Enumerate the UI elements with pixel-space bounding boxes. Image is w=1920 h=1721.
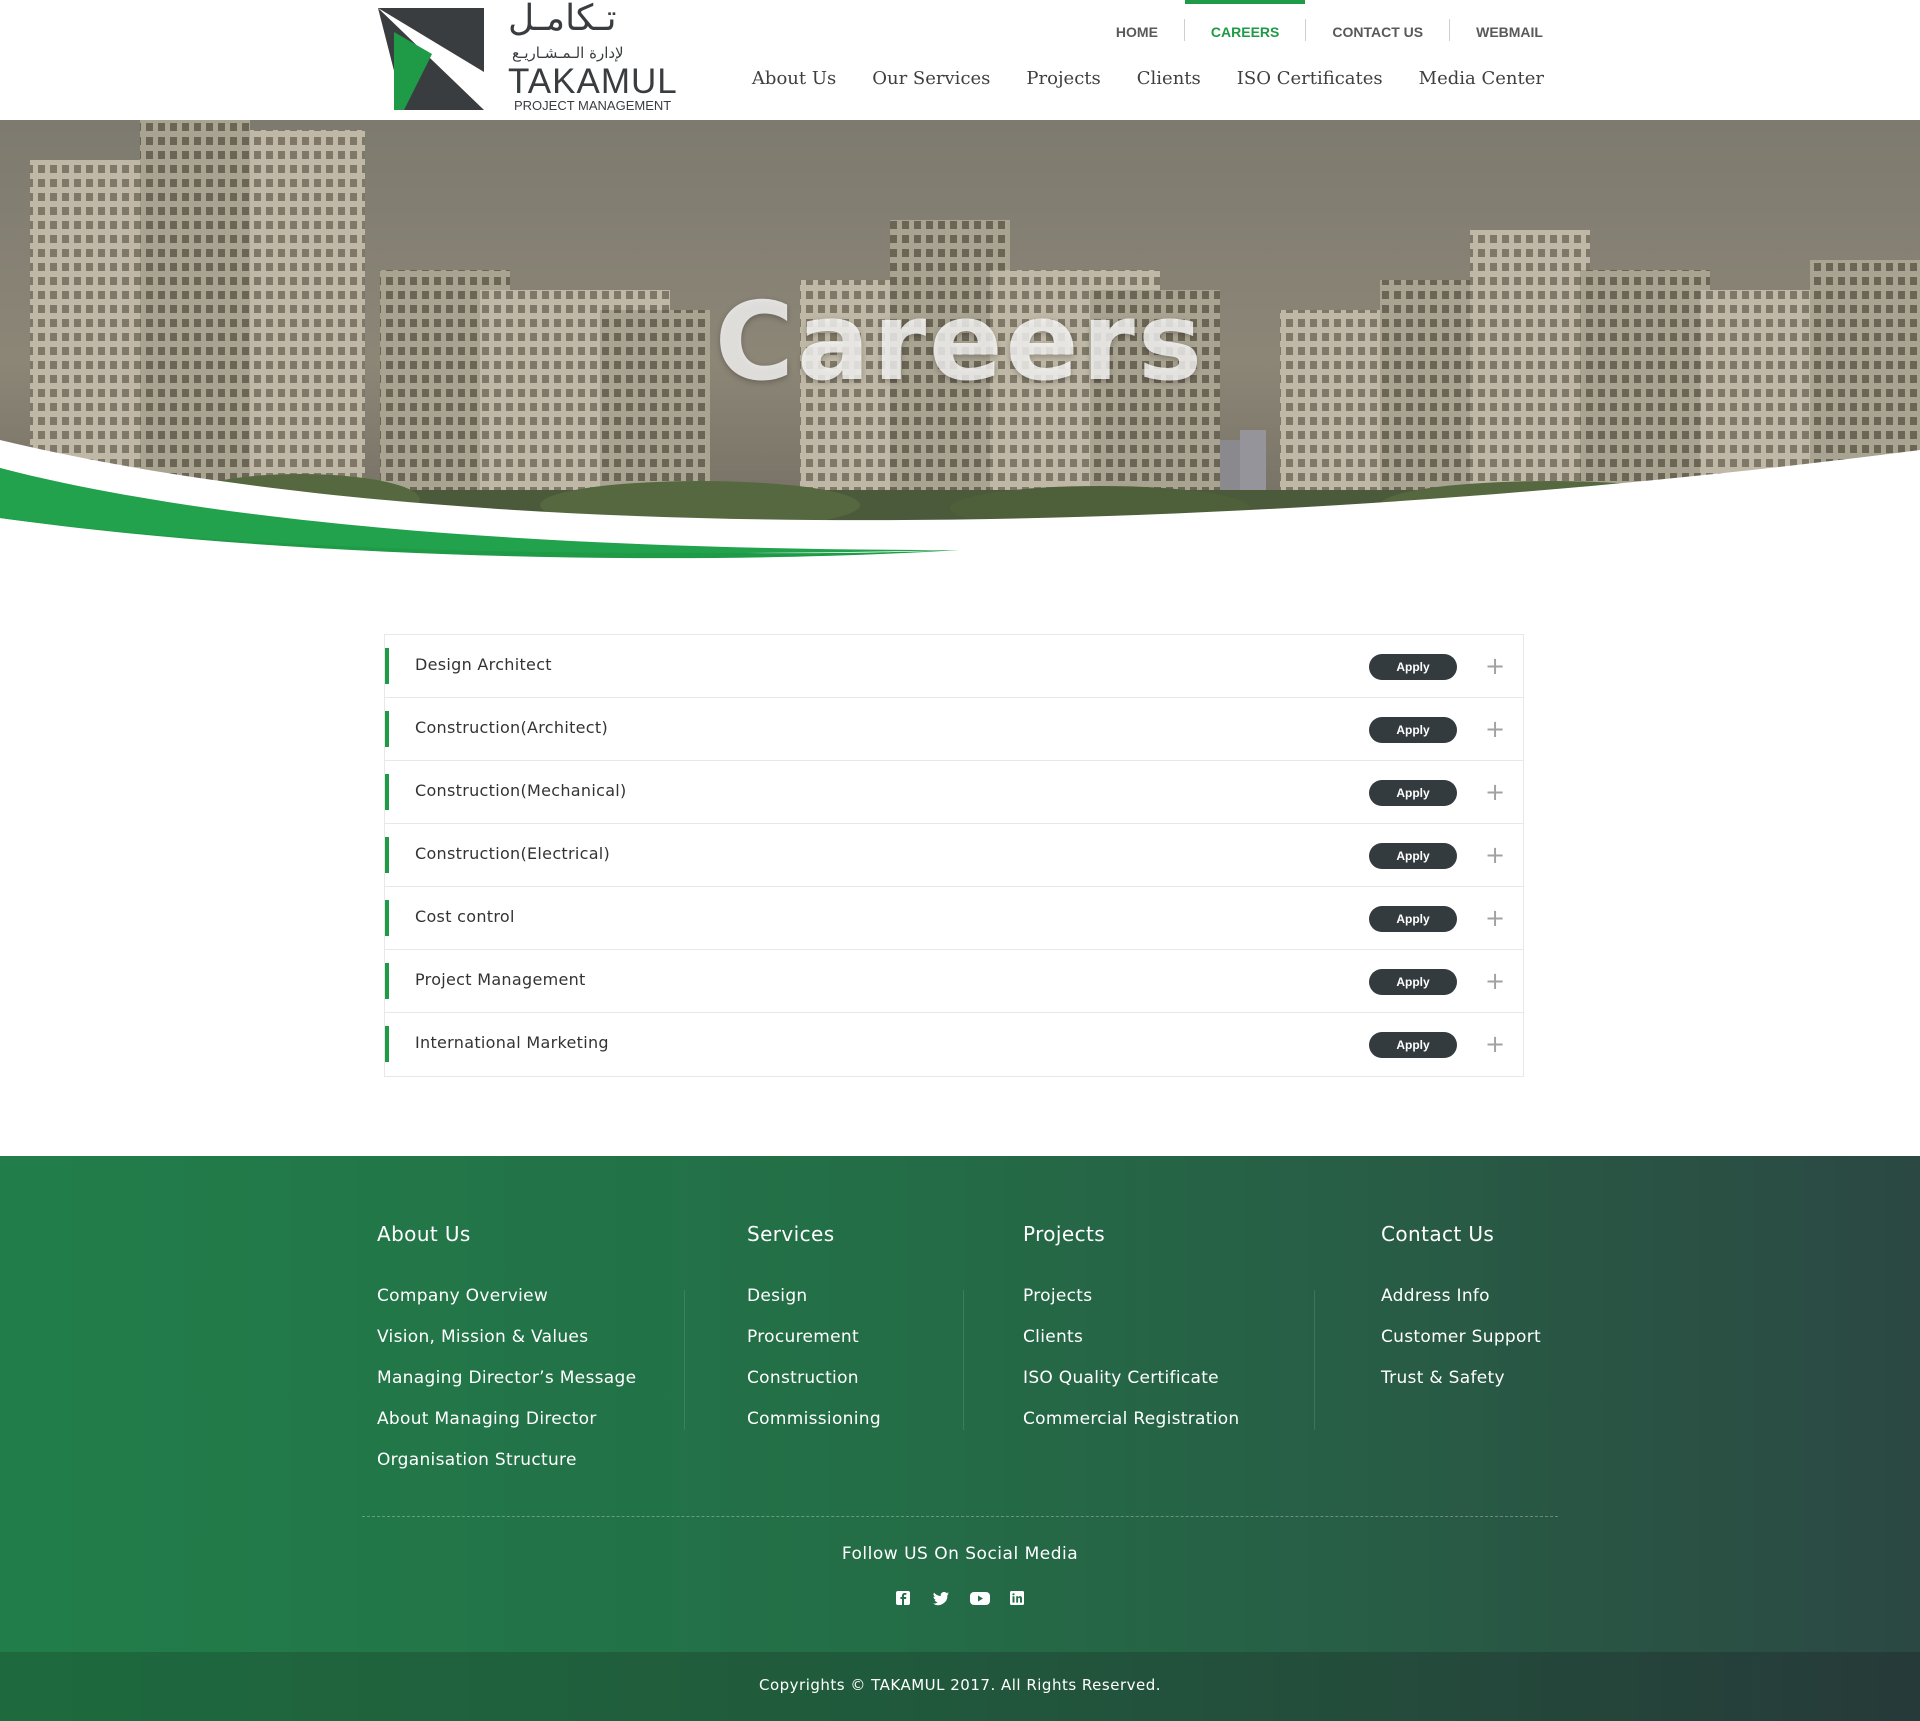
job-item[interactable]: Construction(Electrical) Apply + [385, 824, 1523, 887]
footer-link[interactable]: Construction [747, 1358, 881, 1399]
page-title: Careers [714, 280, 1206, 405]
plus-icon[interactable]: + [1481, 967, 1509, 995]
job-item[interactable]: Construction(Architect) Apply + [385, 698, 1523, 761]
job-title: Construction(Architect) [415, 718, 609, 737]
apply-button[interactable]: Apply [1369, 1032, 1457, 1058]
footer-column-projects: Projects Projects Clients ISO Quality Ce… [1023, 1222, 1240, 1440]
copyright-text: Copyrights © TAKAMUL 2017. All Rights Re… [758, 1676, 1162, 1694]
job-title: Construction(Mechanical) [415, 781, 627, 800]
social-links [0, 1588, 1920, 1608]
top-nav-webmail[interactable]: WEBMAIL [1450, 0, 1543, 60]
accent-bar [385, 963, 389, 999]
follow-text: Follow US On Social Media [841, 1544, 1079, 1564]
plus-icon[interactable]: + [1481, 652, 1509, 680]
job-title: International Marketing [415, 1033, 609, 1052]
accent-bar [385, 648, 389, 684]
main-nav-clients[interactable]: Clients [1137, 68, 1201, 89]
main-nav-our-services[interactable]: Our Services [872, 68, 990, 89]
plus-icon[interactable]: + [1481, 904, 1509, 932]
main-nav-iso-certificates[interactable]: ISO Certificates [1237, 68, 1383, 89]
footer-link[interactable]: Procurement [747, 1317, 881, 1358]
footer-link[interactable]: Clients [1023, 1317, 1240, 1358]
apply-button[interactable]: Apply [1369, 780, 1457, 806]
footer-link[interactable]: Commercial Registration [1023, 1399, 1240, 1440]
footer-heading: About Us [377, 1222, 471, 1246]
copyright-bar: Copyrights © TAKAMUL 2017. All Rights Re… [0, 1652, 1920, 1721]
main-nav-projects[interactable]: Projects [1026, 68, 1100, 89]
apply-button[interactable]: Apply [1369, 654, 1457, 680]
footer-link[interactable]: Trust & Safety [1381, 1358, 1541, 1399]
footer-link[interactable]: Projects [1023, 1276, 1240, 1317]
accent-bar [385, 774, 389, 810]
careers-accordion: Design Architect Apply + Construction(Ar… [384, 634, 1524, 1077]
facebook-icon[interactable] [893, 1588, 913, 1608]
footer-link[interactable]: Commissioning [747, 1399, 881, 1440]
twitter-icon[interactable] [931, 1588, 951, 1608]
logo-arabic-tagline: لإدارة الـمـشـاريـع [512, 44, 624, 62]
apply-button[interactable]: Apply [1369, 969, 1457, 995]
footer-link[interactable]: Address Info [1381, 1276, 1541, 1317]
top-nav: HOME CAREERS CONTACT US WEBMAIL [1090, 0, 1543, 60]
logo-mark-icon [378, 8, 484, 110]
site-header: تـكامـل لإدارة الـمـشـاريـع TAKAMUL PROJ… [0, 0, 1920, 120]
accent-bar [385, 900, 389, 936]
takamul-logo[interactable]: تـكامـل لإدارة الـمـشـاريـع TAKAMUL PROJ… [378, 0, 677, 116]
footer-link[interactable]: Organisation Structure [377, 1440, 636, 1481]
footer-heading: Projects [1023, 1222, 1106, 1246]
job-title: Cost control [415, 907, 515, 926]
hero-banner: Careers [0, 120, 1920, 560]
column-divider [963, 1290, 964, 1430]
footer-column-contact-us: Contact Us Address Info Customer Support… [1381, 1222, 1541, 1399]
footer-column-services: Services Design Procurement Construction… [747, 1222, 881, 1440]
footer-link[interactable]: Company Overview [377, 1276, 636, 1317]
apply-button[interactable]: Apply [1369, 717, 1457, 743]
job-item[interactable]: Construction(Mechanical) Apply + [385, 761, 1523, 824]
top-nav-careers[interactable]: CAREERS [1184, 0, 1306, 60]
footer-heading: Services [747, 1222, 835, 1246]
plus-icon[interactable]: + [1481, 1030, 1509, 1058]
logo-tagline: PROJECT MANAGEMENT [514, 98, 672, 113]
footer-link[interactable]: Managing Director’s Message [377, 1358, 636, 1399]
logo-arabic-name: تـكامـل [508, 0, 617, 39]
logo-name: TAKAMUL [508, 62, 678, 101]
top-nav-home[interactable]: HOME [1090, 0, 1184, 60]
job-title: Project Management [415, 970, 586, 989]
linkedin-icon[interactable] [1007, 1588, 1027, 1608]
job-title: Construction(Electrical) [415, 844, 611, 863]
job-item[interactable]: Project Management Apply + [385, 950, 1523, 1013]
main-nav: About Us Our Services Projects Clients I… [752, 68, 1544, 89]
footer-link[interactable]: Vision, Mission & Values [377, 1317, 636, 1358]
accent-bar [385, 711, 389, 747]
youtube-icon[interactable] [969, 1588, 990, 1608]
footer-link[interactable]: ISO Quality Certificate [1023, 1358, 1240, 1399]
main-nav-media-center[interactable]: Media Center [1419, 68, 1544, 89]
column-divider [1314, 1290, 1315, 1430]
plus-icon[interactable]: + [1481, 715, 1509, 743]
accent-bar [385, 1026, 389, 1062]
job-item[interactable]: Design Architect Apply + [385, 635, 1523, 698]
job-item[interactable]: International Marketing Apply + [385, 1013, 1523, 1076]
plus-icon[interactable]: + [1481, 841, 1509, 869]
apply-button[interactable]: Apply [1369, 843, 1457, 869]
accent-bar [385, 837, 389, 873]
footer-link[interactable]: Customer Support [1381, 1317, 1541, 1358]
footer-link[interactable]: Design [747, 1276, 881, 1317]
column-divider [684, 1290, 685, 1430]
footer-heading: Contact Us [1381, 1222, 1495, 1246]
footer-divider [362, 1516, 1558, 1517]
job-title: Design Architect [415, 655, 552, 674]
apply-button[interactable]: Apply [1369, 906, 1457, 932]
footer-link[interactable]: About Managing Director [377, 1399, 636, 1440]
plus-icon[interactable]: + [1481, 778, 1509, 806]
job-item[interactable]: Cost control Apply + [385, 887, 1523, 950]
top-nav-contact-us[interactable]: CONTACT US [1306, 0, 1449, 60]
footer-column-about-us: About Us Company Overview Vision, Missio… [377, 1222, 636, 1481]
main-nav-about-us[interactable]: About Us [752, 68, 836, 89]
site-footer: About Us Company Overview Vision, Missio… [0, 1156, 1920, 1721]
